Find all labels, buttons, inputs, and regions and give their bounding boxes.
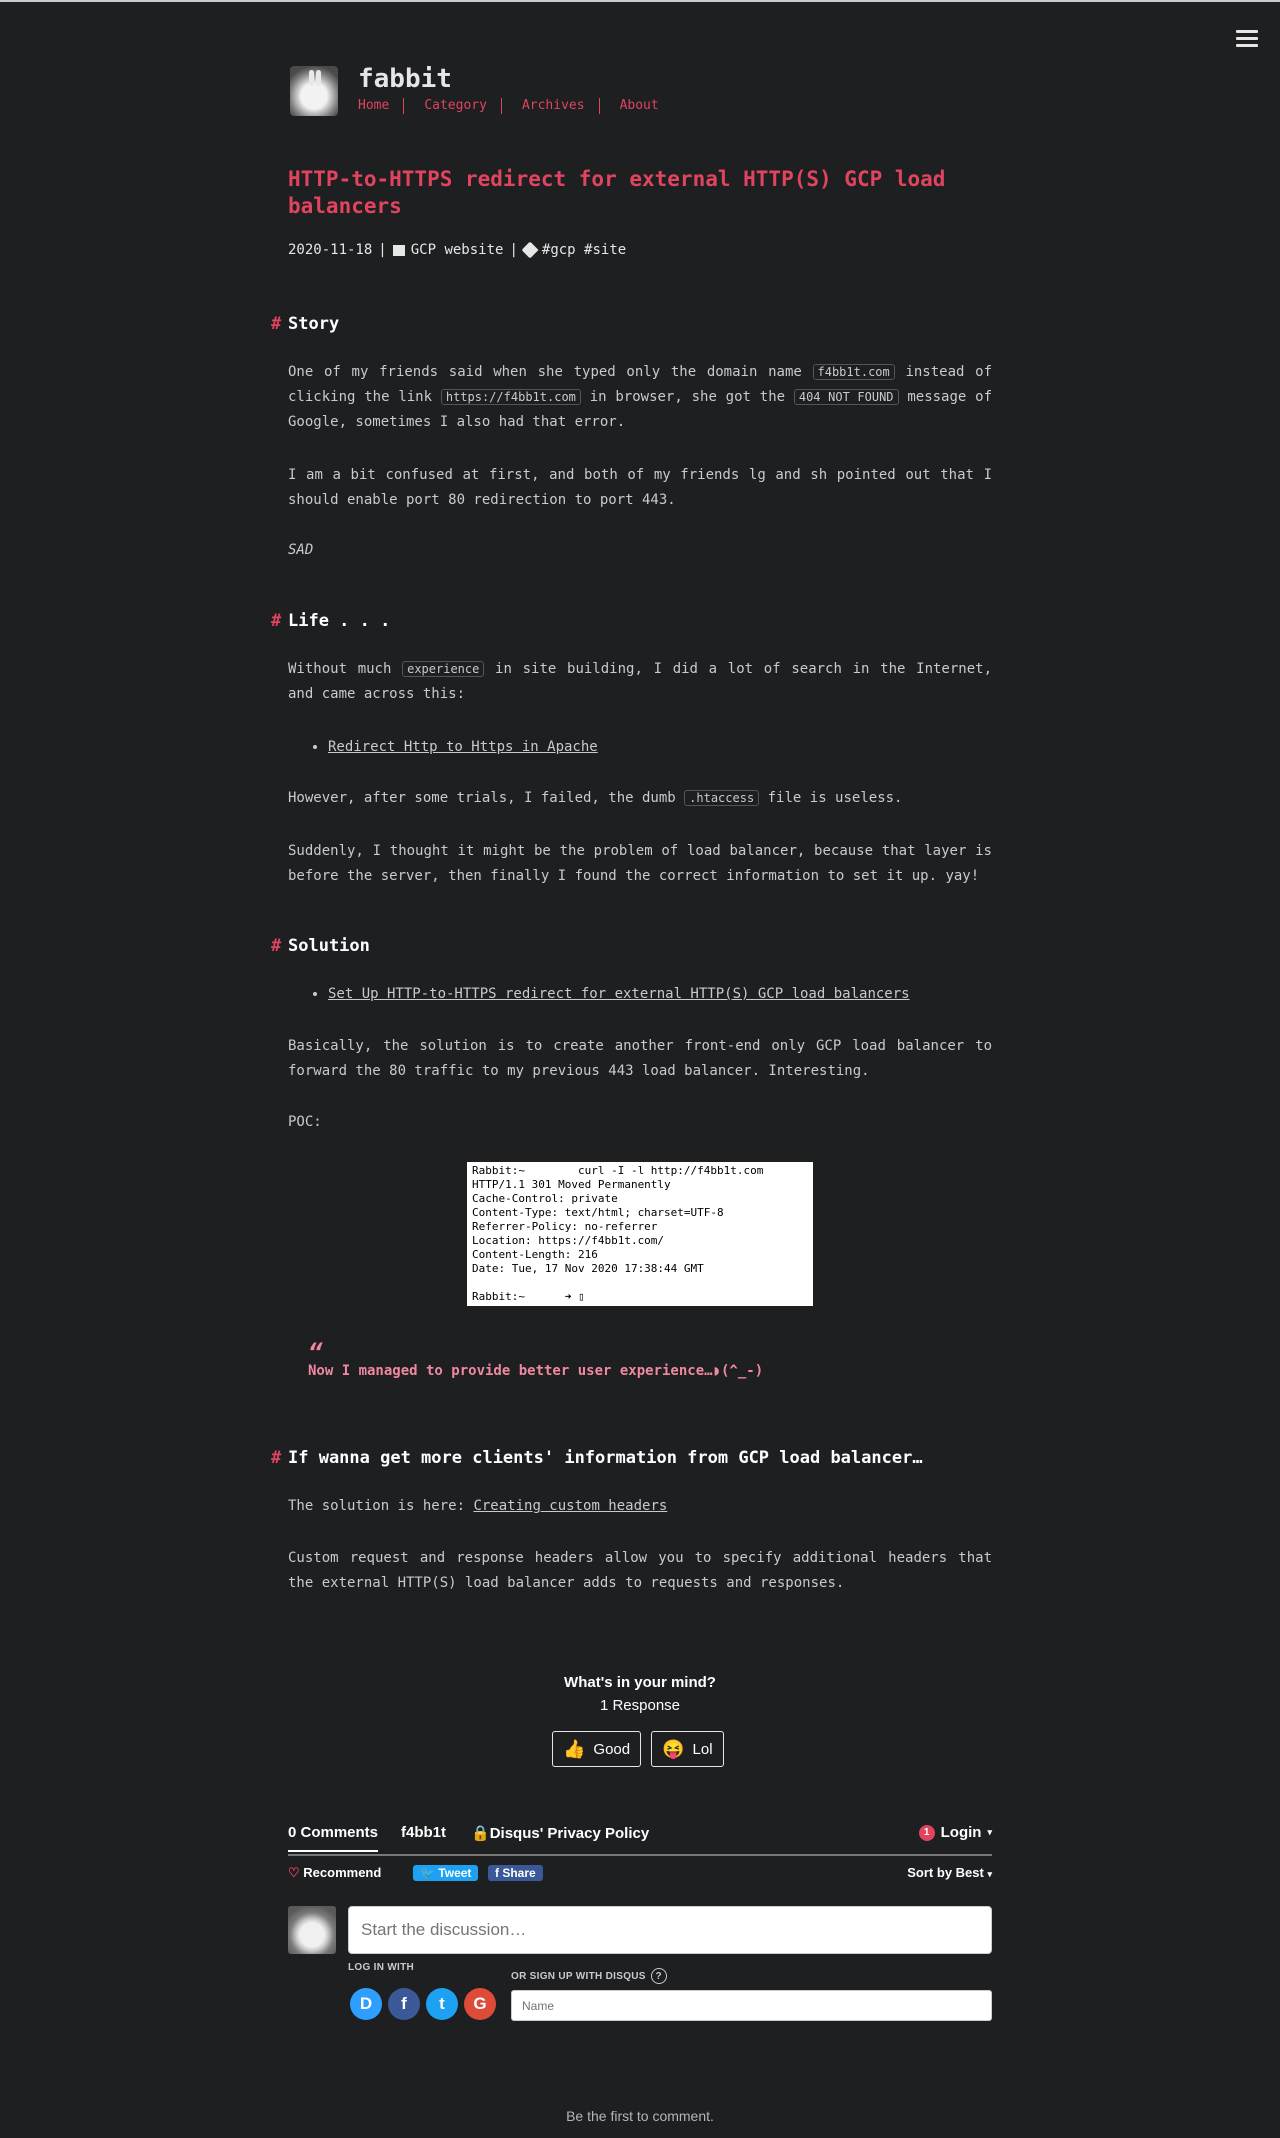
share-button[interactable]: f Share xyxy=(488,1865,543,1881)
post-category[interactable]: GCP website xyxy=(411,242,504,258)
more-paragraph-1: The solution is here: Creating custom he… xyxy=(288,1498,668,1514)
life-paragraph-2: However, after some trials, I failed, th… xyxy=(288,790,903,806)
more-paragraph-2: Custom request and response headers allo… xyxy=(288,1550,992,1591)
tag-icon xyxy=(521,241,539,259)
story-paragraph-1: One of my friends said when she typed on… xyxy=(288,364,992,430)
site-nav: Home Category Archives About xyxy=(358,98,693,114)
heading-more-info: # If wanna get more clients' information … xyxy=(271,1448,923,1468)
anchor-hash-icon[interactable]: # xyxy=(271,611,281,631)
login-dropdown[interactable]: 1 Login ▾ xyxy=(918,1824,992,1841)
post-tags[interactable]: #gcp #site xyxy=(542,242,626,258)
response-count: 1 Response xyxy=(599,1697,681,1714)
heading-story: # Story xyxy=(271,314,340,334)
quote-text: Now I managed to provide better user exp… xyxy=(308,1363,764,1379)
recommend-button[interactable]: ♡ Recommend xyxy=(288,1865,381,1881)
hamburger-menu-icon[interactable] xyxy=(1236,30,1258,50)
list-item: Redirect Http to Https in Apache xyxy=(328,735,598,759)
reaction-buttons: 👍 Good 😝 Lol xyxy=(552,1731,724,1767)
name-field[interactable] xyxy=(511,1990,992,2021)
story-paragraph-2: I am a bit confused at first, and both o… xyxy=(288,467,992,508)
anchor-hash-icon[interactable]: # xyxy=(271,1448,281,1468)
twitter-icon: 🐦 xyxy=(420,1866,435,1880)
google-login-icon[interactable]: G xyxy=(464,1988,496,2020)
anchor-hash-icon[interactable]: # xyxy=(271,936,281,956)
nav-category[interactable]: Category xyxy=(424,98,502,114)
list-item: Set Up HTTP-to-HTTPS redirect for extern… xyxy=(328,982,910,1006)
heading-life: # Life . . . xyxy=(271,611,391,631)
post-date: 2020-11-18 xyxy=(288,242,373,258)
life-paragraph-3: Suddenly, I thought it might be the prob… xyxy=(288,843,992,884)
solution-link-list: Set Up HTTP-to-HTTPS redirect for extern… xyxy=(288,982,910,1006)
lock-icon: 🔒 xyxy=(471,1825,490,1842)
nav-home[interactable]: Home xyxy=(358,98,405,114)
blockquote: “ Now I managed to provide better user e… xyxy=(308,1339,764,1379)
terminal-screenshot: Rabbit:~ curl -I -l http://f4bb1t.com HT… xyxy=(467,1162,813,1306)
solution-paragraph-2: POC: xyxy=(288,1114,322,1130)
life-paragraph-1: Without much experience in site building… xyxy=(288,661,992,702)
tweet-button[interactable]: 🐦 Tweet xyxy=(413,1865,479,1881)
chevron-down-icon: ▾ xyxy=(987,1869,992,1879)
tab-comments[interactable]: 0 Comments xyxy=(288,1824,379,1852)
reaction-lol-button[interactable]: 😝 Lol xyxy=(651,1731,724,1767)
social-login-buttons: D f t G xyxy=(350,1988,496,2020)
reaction-good-button[interactable]: 👍 Good xyxy=(552,1731,642,1767)
help-icon[interactable]: ? xyxy=(650,1968,667,1984)
disqus-login-icon[interactable]: D xyxy=(350,1988,382,2020)
empty-comments-text: Be the first to comment. xyxy=(566,2108,714,2124)
anchor-hash-icon[interactable]: # xyxy=(271,314,281,334)
gcp-redirect-link[interactable]: Set Up HTTP-to-HTTPS redirect for extern… xyxy=(328,986,910,1002)
custom-headers-link[interactable]: Creating custom headers xyxy=(473,1498,667,1514)
site-title[interactable]: fabbit xyxy=(358,64,452,94)
sort-dropdown[interactable]: Sort by Best ▾ xyxy=(907,1865,992,1880)
login-with-label: LOG IN WITH xyxy=(348,1962,415,1973)
twitter-login-icon[interactable]: t xyxy=(426,1988,458,2020)
notification-badge: 1 xyxy=(918,1824,935,1841)
tongue-face-icon: 😝 xyxy=(662,1738,685,1759)
archive-icon xyxy=(392,244,405,256)
quote-mark-icon: “ xyxy=(308,1339,323,1367)
chevron-down-icon: ▾ xyxy=(987,1827,992,1837)
signup-with-label: OR SIGN UP WITH DISQUS? xyxy=(511,1968,667,1984)
top-border xyxy=(0,0,1280,2)
solution-paragraph-1: Basically, the solution is to create ano… xyxy=(288,1038,992,1079)
heading-solution: # Solution xyxy=(271,936,370,956)
heart-icon: ♡ xyxy=(288,1865,300,1880)
tab-privacy-policy[interactable]: 🔒Disqus' Privacy Policy xyxy=(471,1824,649,1842)
nav-about[interactable]: About xyxy=(620,98,673,114)
discussion-input[interactable] xyxy=(348,1906,992,1954)
comment-tabs: 0 Comments f4bb1t 🔒Disqus' Privacy Polic… xyxy=(288,1820,992,1856)
reaction-title: What's in your mind? xyxy=(564,1674,716,1691)
life-link-list: Redirect Http to Https in Apache xyxy=(288,735,598,759)
user-avatar xyxy=(288,1906,336,1954)
thumbs-up-icon: 👍 xyxy=(563,1738,586,1759)
site-logo-avatar[interactable] xyxy=(290,66,338,116)
tab-community[interactable]: f4bb1t xyxy=(401,1824,446,1841)
apache-redirect-link[interactable]: Redirect Http to Https in Apache xyxy=(328,739,598,755)
facebook-login-icon[interactable]: f xyxy=(388,1988,420,2020)
site-header: fabbit Home Category Archives About xyxy=(288,62,992,122)
story-paragraph-3: SAD xyxy=(288,542,314,558)
post-title: HTTP-to-HTTPS redirect for external HTTP… xyxy=(288,167,946,218)
facebook-icon: f xyxy=(495,1866,499,1880)
post-meta: 2020-11-18 | GCP website | #gcp #site xyxy=(288,241,627,259)
comment-toolbar: ♡ Recommend 🐦 Tweet f Share Sort by Best… xyxy=(288,1865,992,1885)
nav-archives[interactable]: Archives xyxy=(522,98,600,114)
